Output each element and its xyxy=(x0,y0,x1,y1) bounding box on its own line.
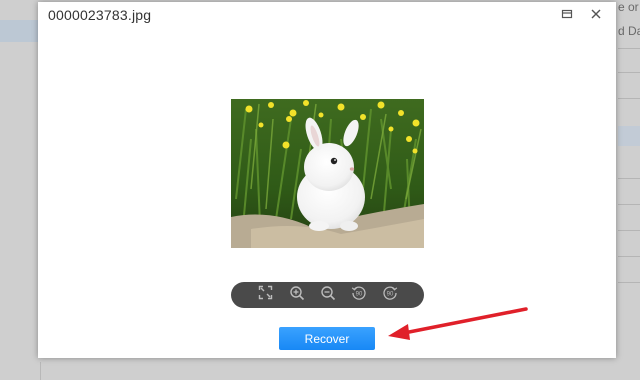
close-button[interactable] xyxy=(587,7,605,25)
dialog-title: 0000023783.jpg xyxy=(48,7,152,23)
fit-to-window-button[interactable] xyxy=(256,285,275,305)
zoom-in-button[interactable] xyxy=(287,285,306,306)
preview-image xyxy=(231,99,424,248)
rotate-left-icon: 90 xyxy=(351,285,367,306)
background-selected-row xyxy=(0,20,38,42)
window-restore-icon xyxy=(561,7,573,25)
close-icon xyxy=(590,7,602,25)
background-row-divider xyxy=(618,98,640,99)
zoom-out-button[interactable] xyxy=(318,285,337,306)
dialog-titlebar: 0000023783.jpg xyxy=(38,2,616,30)
rotate-right-label: 90 xyxy=(386,291,393,297)
zoom-in-icon xyxy=(289,285,305,306)
rotate-left-label: 90 xyxy=(355,291,362,297)
background-row-divider xyxy=(618,230,640,231)
background-row-divider xyxy=(618,282,640,283)
background-selected-row xyxy=(618,126,640,146)
bunny-photo xyxy=(231,99,424,248)
annotation-arrow xyxy=(388,307,528,340)
background-row-divider xyxy=(618,256,640,257)
background-column-divider xyxy=(40,362,41,380)
fit-to-window-icon xyxy=(258,285,273,305)
background-row-divider xyxy=(618,72,640,73)
background-text-fragment: e or xyxy=(618,0,639,14)
rotate-left-button[interactable]: 90 xyxy=(349,285,368,306)
background-text-fragment: d Da xyxy=(618,24,640,38)
zoom-out-icon xyxy=(320,285,336,306)
background-row-divider xyxy=(618,178,640,179)
recover-button[interactable]: Recover xyxy=(279,327,375,350)
background-row-divider xyxy=(618,204,640,205)
window-restore-button[interactable] xyxy=(558,7,576,25)
background-row-divider xyxy=(618,48,640,49)
